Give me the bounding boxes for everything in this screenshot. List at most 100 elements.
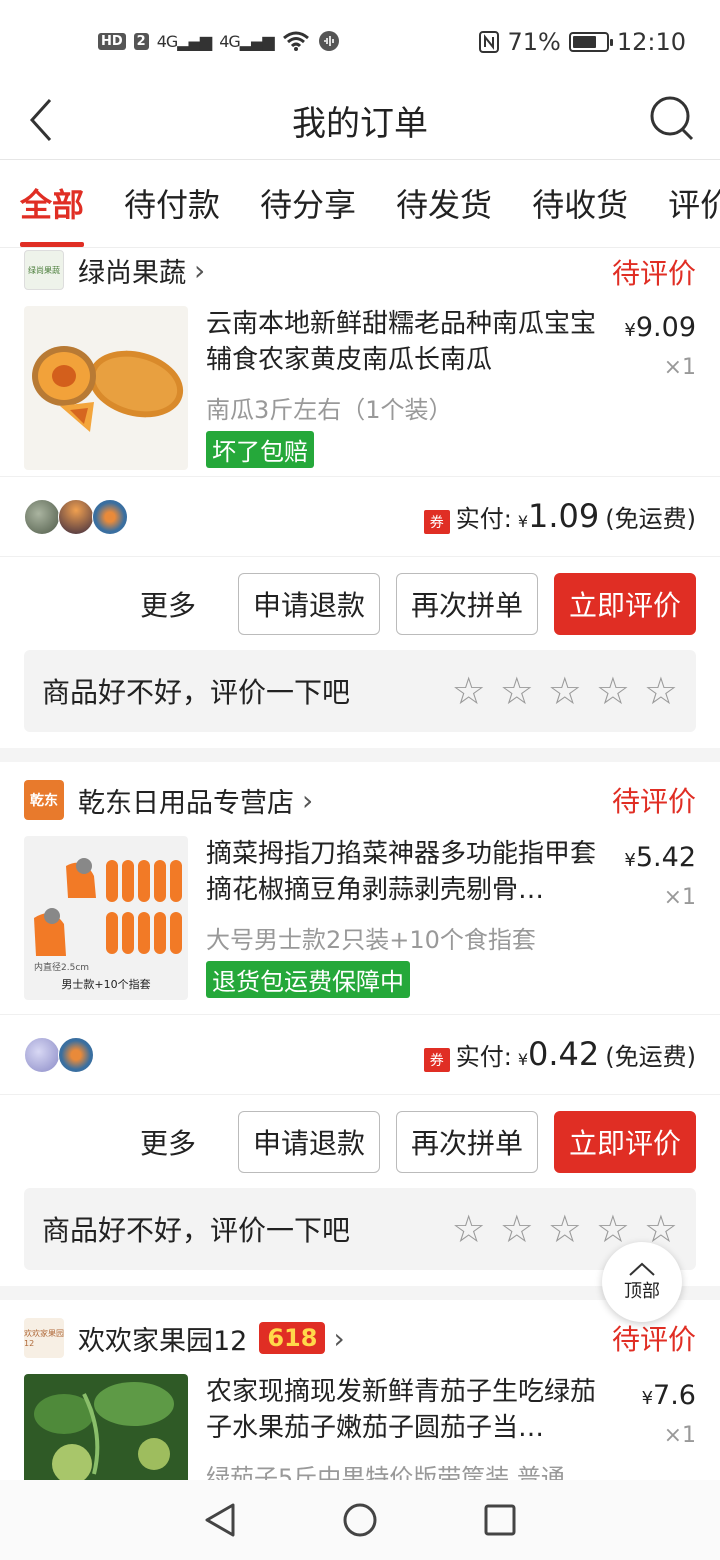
reorder-button[interactable]: 再次拼单	[395, 1110, 538, 1173]
group-avatars	[24, 1036, 94, 1073]
product-image	[24, 1374, 188, 1480]
product-row[interactable]: 农家现摘现发新鲜青茄子生吃绿茄子水果茄子嫩茄子圆茄子当… 绿茄子5斤中果特价版带…	[0, 1370, 720, 1480]
product-price: ¥7.6	[641, 1380, 696, 1411]
thumb-note: 内直径2.5cm	[34, 963, 90, 973]
paid-label: 实付:	[455, 1043, 512, 1071]
page-title: 我的订单	[292, 104, 428, 144]
star-icon[interactable]: ☆	[452, 1210, 486, 1248]
nav-recents-button[interactable]	[480, 1500, 520, 1540]
hd-icon: HD	[98, 32, 126, 50]
product-info: 云南本地新鲜甜糯老品种南瓜宝宝辅食农家黄皮南瓜长南瓜 南瓜3斤左右（1个装） 坏…	[206, 306, 606, 468]
product-price-block: ¥9.09 ×1	[624, 312, 696, 380]
refund-button[interactable]: 申请退款	[237, 1110, 380, 1173]
back-to-top-label: 顶部	[624, 1281, 660, 1302]
reorder-button[interactable]: 再次拼单	[395, 572, 538, 635]
shop-name: 欢欢家果园12	[78, 1325, 248, 1357]
shipping-note: (免运费)	[605, 1043, 696, 1071]
triangle-back-icon	[205, 1503, 235, 1537]
review-button[interactable]: 立即评价	[553, 572, 696, 635]
clock: 12:10	[616, 28, 686, 56]
battery-level	[572, 36, 597, 48]
order-card: 欢欢家果园12 欢欢家果园12 618 › 待评价 农家现摘现发新鲜青茄子生吃绿…	[0, 1300, 720, 1480]
product-info: 摘菜拇指刀掐菜神器多功能指甲套摘花椒摘豆角剥蒜剥壳剔骨… 大号男士款2只装+10…	[206, 836, 606, 1002]
chevron-up-icon	[629, 1262, 655, 1276]
review-button[interactable]: 立即评价	[553, 1110, 696, 1173]
status-bar: HD 2 4G▂▄▆ 4G▂▄▆ 71% 12:10	[0, 0, 720, 88]
star-icon[interactable]: ☆	[548, 1210, 582, 1248]
tab-pending-payment[interactable]: 待付款	[104, 160, 240, 247]
coupon-badge: 券	[423, 1048, 450, 1072]
nav-back-button[interactable]	[200, 1500, 240, 1540]
tab-pending-ship[interactable]: 待发货	[376, 160, 512, 247]
star-icon[interactable]: ☆	[548, 672, 582, 710]
product-spec: 南瓜3斤左右（1个装）	[206, 396, 453, 424]
shop-name: 绿尚果蔬	[78, 257, 186, 289]
tab-pending-receive[interactable]: 待收货	[512, 160, 648, 247]
quick-review: 商品好不好，评价一下吧 ☆ ☆ ☆ ☆ ☆	[24, 1188, 696, 1270]
coupon-badge: 券	[423, 510, 450, 534]
tab-pending-share[interactable]: 待分享	[240, 160, 376, 247]
square-recents-icon	[484, 1504, 516, 1536]
more-button[interactable]: 更多	[140, 1122, 196, 1162]
more-button[interactable]: 更多	[140, 584, 196, 624]
paid-amount: ¥1.09	[517, 497, 600, 535]
system-nav-bar	[0, 1480, 720, 1560]
back-to-top-button[interactable]: 顶部	[602, 1242, 682, 1322]
star-icon[interactable]: ☆	[596, 672, 630, 710]
product-quantity: ×1	[663, 355, 696, 380]
shop-logo: 绿尚果蔬	[24, 250, 64, 290]
signal-4g-2-icon: 4G▂▄▆	[219, 31, 274, 51]
promo-618-badge: 618	[259, 1322, 326, 1354]
product-spec: 大号男士款2只装+10个食指套	[206, 926, 536, 954]
battery-icon	[568, 32, 613, 52]
product-spec: 绿茄子5斤中果特价版带筐装 普通	[206, 1464, 565, 1480]
shop-logo: 乾东	[24, 780, 64, 820]
product-row[interactable]: 内直径2.5cm 男士款+10个指套 摘菜拇指刀掐菜神器多功能指甲套摘花椒摘豆角…	[0, 832, 720, 1002]
chevron-right-icon: ›	[194, 253, 206, 287]
action-row: 更多 申请退款 再次拼单 立即评价	[0, 1094, 720, 1188]
star-icon[interactable]: ☆	[644, 672, 678, 710]
order-status: 待评价	[611, 785, 696, 818]
payment-row: 券 实付: ¥0.42 (免运费)	[0, 1014, 720, 1094]
product-row[interactable]: 云南本地新鲜甜糯老品种南瓜宝宝辅食农家黄皮南瓜长南瓜 南瓜3斤左右（1个装） 坏…	[0, 292, 720, 470]
search-button[interactable]	[648, 94, 696, 144]
star-rating: ☆ ☆ ☆ ☆ ☆	[452, 672, 678, 710]
status-right: 71% 12:10	[479, 28, 686, 56]
star-icon[interactable]: ☆	[500, 1210, 534, 1248]
product-info: 农家现摘现发新鲜青茄子生吃绿茄子水果茄子嫩茄子圆茄子当… 绿茄子5斤中果特价版带…	[206, 1374, 606, 1480]
product-image: 内直径2.5cm 男士款+10个指套	[24, 836, 188, 1000]
nav-home-button[interactable]	[340, 1500, 380, 1540]
shop-logo: 欢欢家果园12	[24, 1318, 64, 1358]
tab-all[interactable]: 全部	[0, 160, 104, 247]
order-card: 绿尚果蔬 绿尚果蔬 › 待评价 云南本地新鲜甜糯老品种南瓜宝宝辅食农家黄皮南瓜长…	[0, 248, 720, 748]
avatar	[92, 498, 128, 535]
paid-amount-block: 券 实付: ¥1.09 (免运费)	[423, 497, 696, 535]
order-card: 乾东 乾东日用品专营店 › 待评价 内直径2.5cm 男士款+10个指套 摘菜拇…	[0, 762, 720, 1286]
search-icon	[650, 96, 694, 141]
review-prompt: 商品好不好，评价一下吧	[42, 676, 351, 709]
star-icon[interactable]: ☆	[596, 1210, 630, 1248]
refund-button[interactable]: 申请退款	[237, 572, 380, 635]
product-quantity: ×1	[663, 885, 696, 910]
star-icon[interactable]: ☆	[500, 672, 534, 710]
product-image	[24, 306, 188, 470]
product-price-block: ¥5.42 ×1	[624, 842, 696, 910]
avatar	[58, 1036, 94, 1073]
chevron-right-icon: ›	[302, 783, 314, 817]
review-prompt: 商品好不好，评价一下吧	[42, 1214, 351, 1247]
product-title: 摘菜拇指刀掐菜神器多功能指甲套摘花椒摘豆角剥蒜剥壳剔骨…	[206, 839, 597, 905]
quick-review: 商品好不好，评价一下吧 ☆ ☆ ☆ ☆ ☆	[24, 650, 696, 732]
order-status: 待评价	[611, 257, 696, 290]
shop-row[interactable]: 欢欢家果园12 欢欢家果园12 618 › 待评价	[0, 1300, 720, 1370]
star-icon[interactable]: ☆	[452, 672, 486, 710]
product-quantity: ×1	[663, 1423, 696, 1448]
tab-review[interactable]: 评价	[648, 160, 720, 247]
product-title: 农家现摘现发新鲜青茄子生吃绿茄子水果茄子嫩茄子圆茄子当…	[206, 1377, 597, 1443]
shop-row[interactable]: 绿尚果蔬 绿尚果蔬 › 待评价	[0, 248, 720, 292]
review-wrap: 商品好不好，评价一下吧 ☆ ☆ ☆ ☆ ☆	[0, 650, 720, 748]
avatar	[58, 498, 94, 535]
circle-home-icon	[343, 1503, 377, 1537]
shop-row[interactable]: 乾东 乾东日用品专营店 › 待评价	[0, 762, 720, 832]
payment-row: 券 实付: ¥1.09 (免运费)	[0, 476, 720, 556]
group-avatars	[24, 498, 128, 535]
